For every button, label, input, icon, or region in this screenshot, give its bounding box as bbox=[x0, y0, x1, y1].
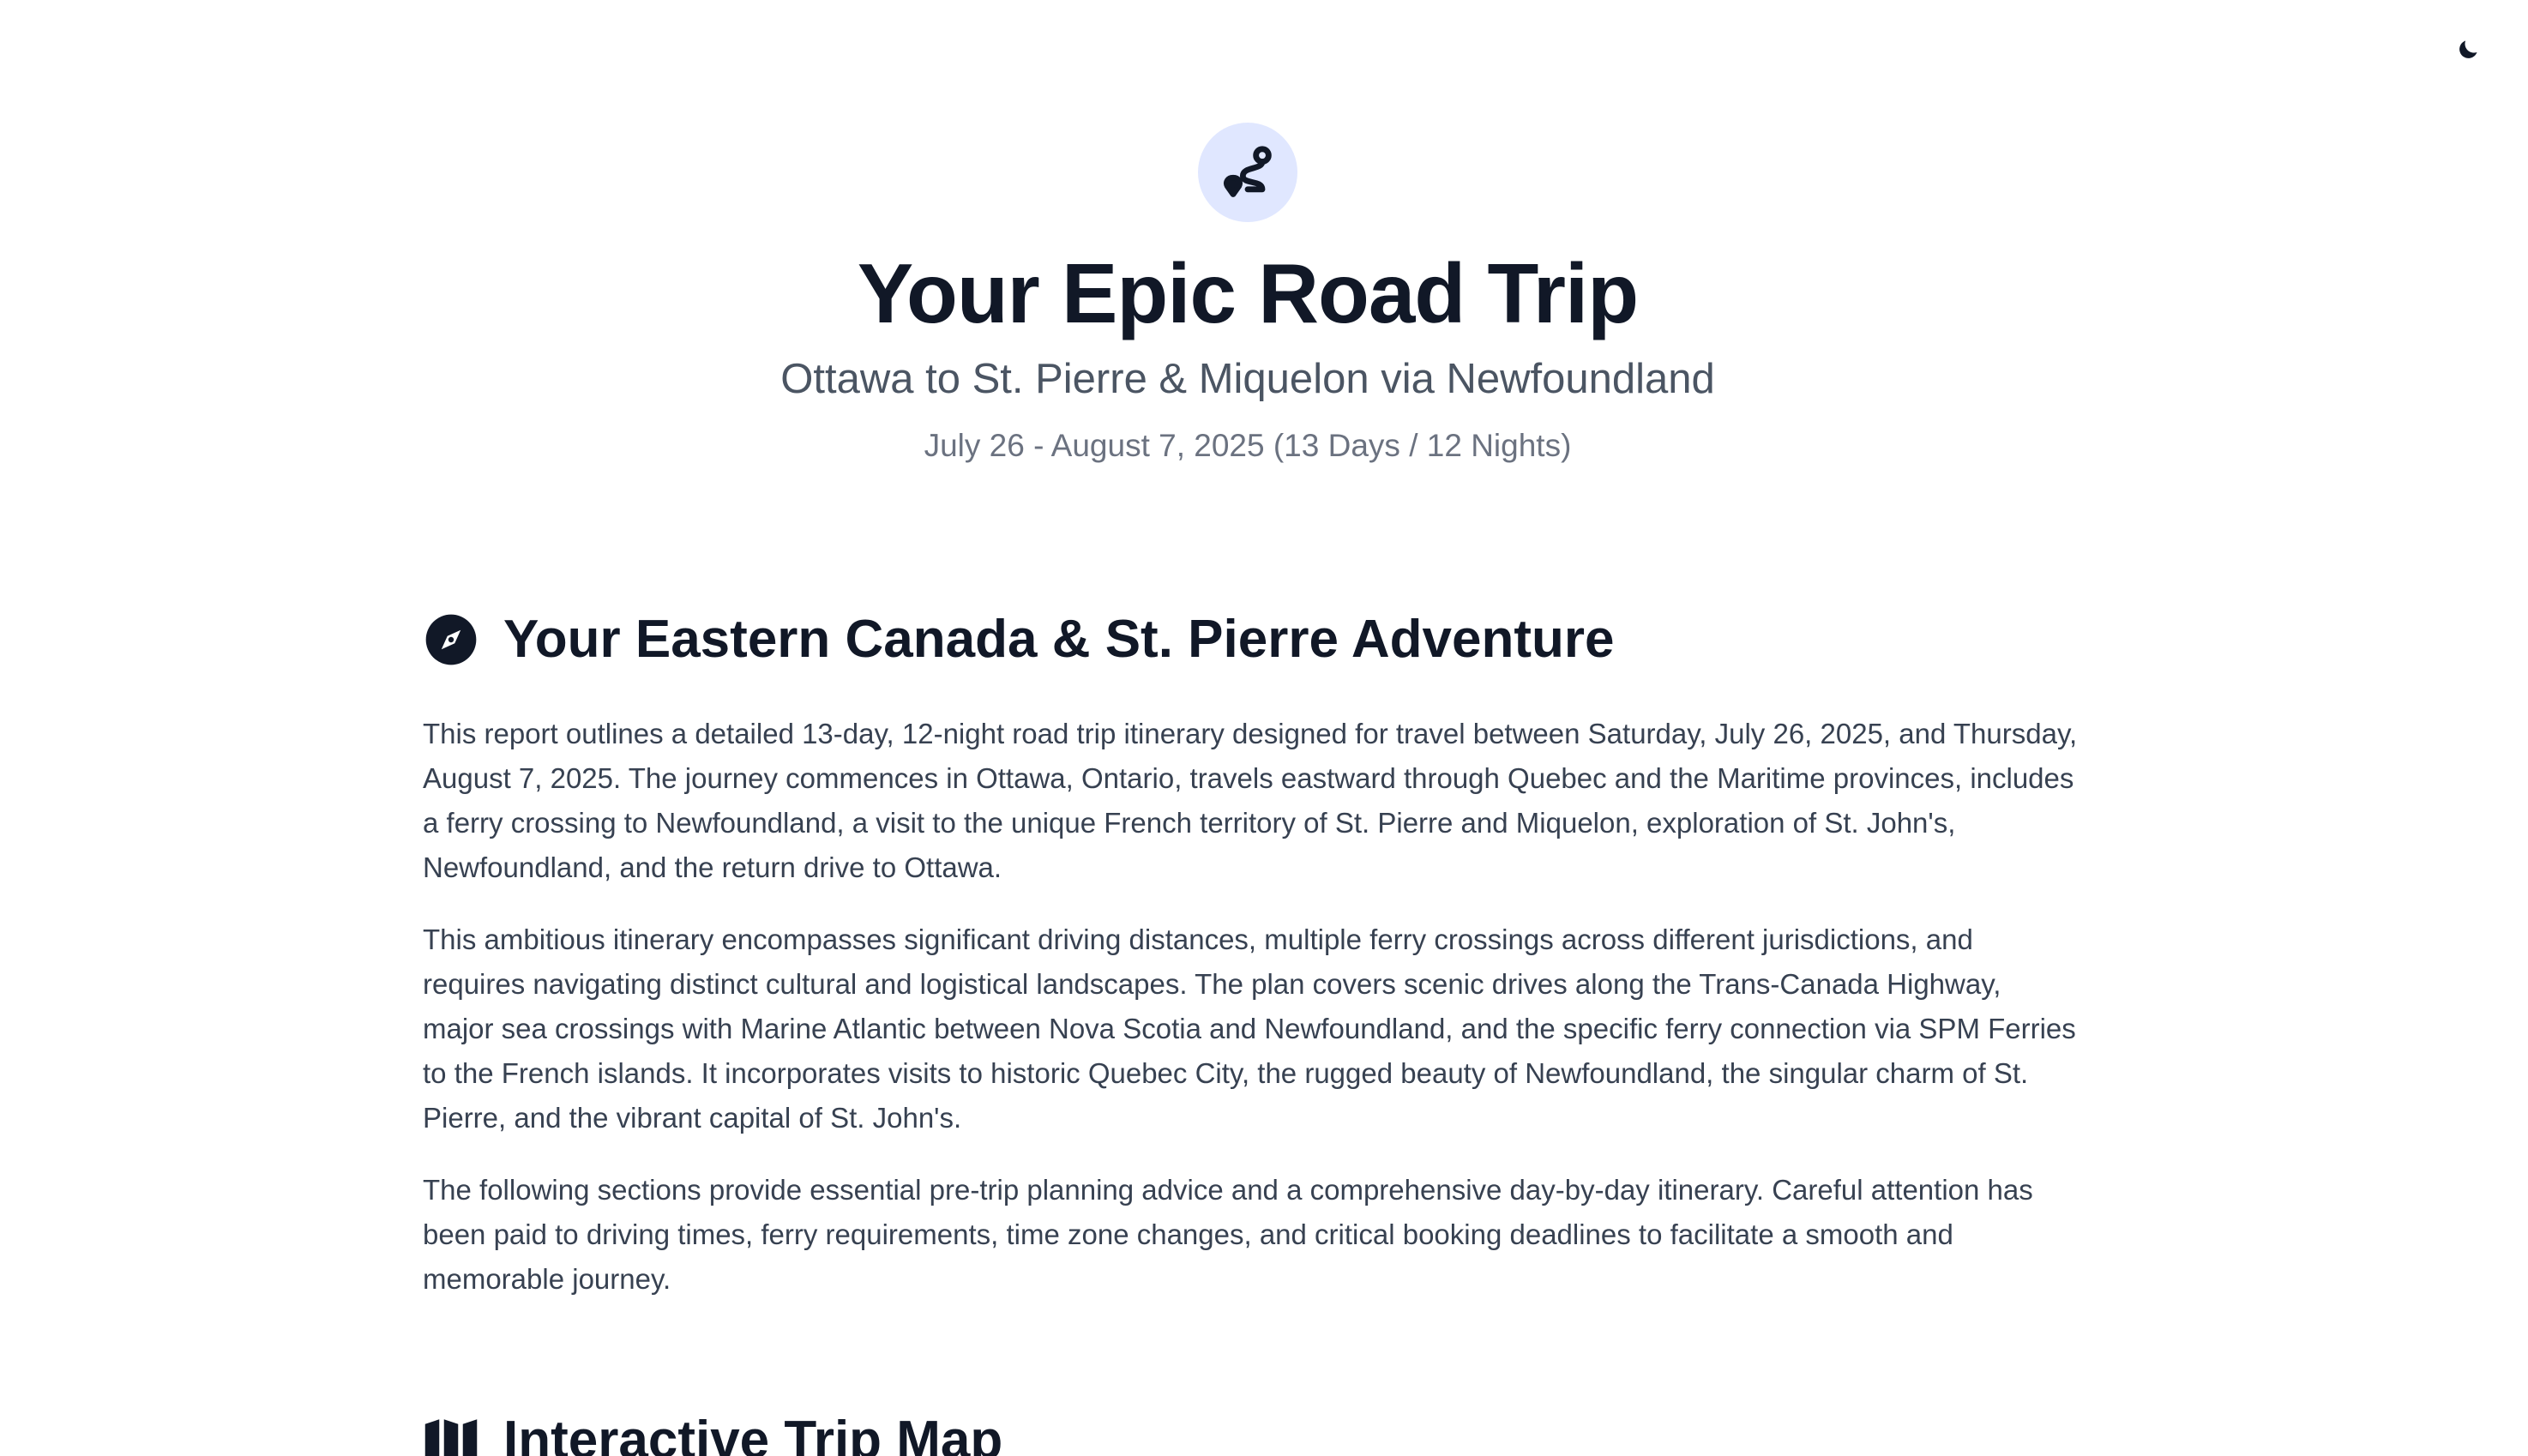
map-heading-text: Interactive Trip Map bbox=[503, 1411, 1003, 1456]
overview-heading-text: Your Eastern Canada & St. Pierre Adventu… bbox=[503, 610, 1615, 669]
route-icon bbox=[1198, 123, 1297, 222]
page-title: Your Epic Road Trip bbox=[857, 246, 1639, 340]
trip-dates: July 26 - August 7, 2025 (13 Days / 12 N… bbox=[924, 428, 1572, 463]
moon-icon bbox=[2456, 38, 2480, 66]
map-icon bbox=[423, 1412, 479, 1456]
overview-paragraph: The following sections provide essential… bbox=[423, 1174, 2033, 1295]
overview-paragraph: This report outlines a detailed 13-day, … bbox=[423, 718, 2078, 883]
page-subtitle: Ottawa to St. Pierre & Miquelon via Newf… bbox=[780, 356, 1715, 402]
map-section-heading: Interactive Trip Map bbox=[423, 1406, 1002, 1456]
theme-toggle-button[interactable] bbox=[2454, 34, 2482, 69]
overview-section-heading: Your Eastern Canada & St. Pierre Adventu… bbox=[423, 605, 1615, 674]
overview-body: This report outlines a detailed 13-day, … bbox=[423, 712, 2078, 1329]
compass-icon bbox=[423, 611, 479, 668]
overview-paragraph: This ambitious itinerary encompasses sig… bbox=[423, 924, 2076, 1134]
